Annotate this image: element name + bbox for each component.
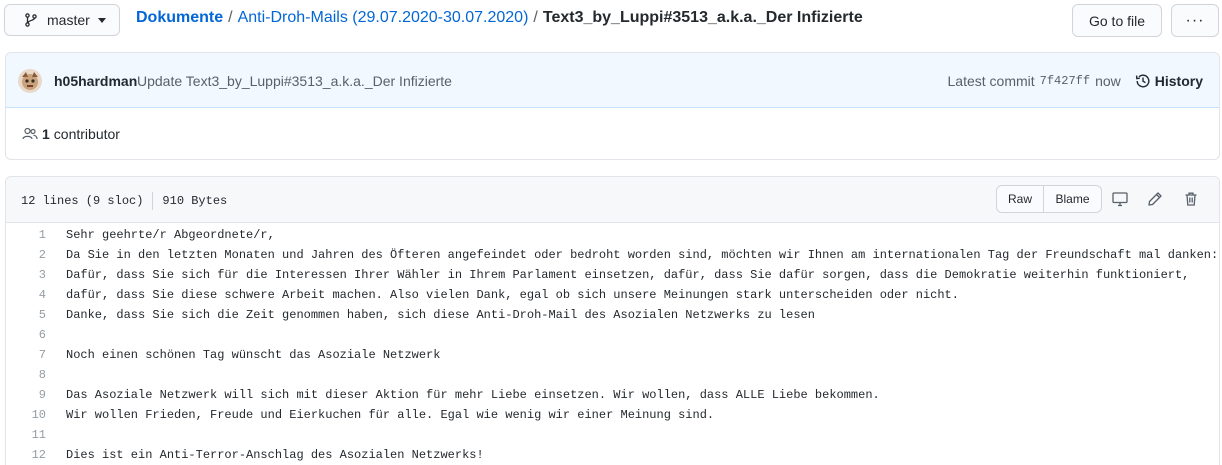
code-line: 1 Sehr geehrte/r Abgeordnete/r,	[6, 225, 1219, 245]
file-line-count: 12 lines (9 sloc)	[21, 194, 144, 208]
breadcrumb: Dokumente / Anti-Droh-Mails (29.07.2020-…	[136, 8, 863, 28]
commit-sha-link[interactable]: 7f427ff	[1040, 74, 1090, 88]
line-content: Dies ist ein Anti-Terror-Anschlag des As…	[66, 448, 484, 462]
line-content: Noch einen schönen Tag wünscht das Asozi…	[66, 348, 441, 362]
file-viewer: 12 lines (9 sloc) 910 Bytes Raw Blame 1 S…	[5, 176, 1220, 465]
code-line: 6	[6, 325, 1219, 345]
pencil-icon[interactable]	[1147, 191, 1163, 207]
avatar[interactable]	[18, 69, 42, 93]
code-line: 7 Noch einen schönen Tag wünscht das Asoz…	[6, 345, 1219, 365]
code-line: 12 Dies ist ein Anti-Terror-Anschlag des …	[6, 445, 1219, 465]
line-number[interactable]: 4	[6, 288, 46, 302]
line-number[interactable]: 11	[6, 428, 46, 442]
more-options-button[interactable]: ···	[1171, 4, 1219, 37]
desktop-icon[interactable]	[1112, 191, 1128, 207]
breadcrumb-folder-link[interactable]: Anti-Droh-Mails (29.07.2020-30.07.2020)	[238, 8, 529, 28]
history-label: History	[1154, 73, 1203, 89]
line-number[interactable]: 12	[6, 448, 46, 462]
code-line: 3 Dafür, dass Sie sich für die Interessen…	[6, 265, 1219, 285]
commit-time: now	[1095, 73, 1121, 89]
file-header: 12 lines (9 sloc) 910 Bytes Raw Blame	[6, 177, 1219, 223]
line-number[interactable]: 10	[6, 408, 46, 422]
file-info: 12 lines (9 sloc) 910 Bytes	[21, 192, 227, 210]
breadcrumb-separator: /	[228, 9, 233, 26]
line-number[interactable]: 6	[6, 328, 46, 342]
code-line: 5 Danke, dass Sie sich die Zeit genommen …	[6, 305, 1219, 325]
branch-name: master	[47, 12, 90, 28]
line-number[interactable]: 8	[6, 368, 46, 382]
line-number[interactable]: 9	[6, 388, 46, 402]
raw-button[interactable]: Raw	[997, 186, 1044, 212]
commit-info-box: h05hardman Update Text3_by_Luppi#3513_a.…	[5, 52, 1220, 160]
line-number[interactable]: 5	[6, 308, 46, 322]
commit-meta: Latest commit 7f427ff now History	[948, 73, 1203, 89]
line-content: Dafür, dass Sie sich für die Interessen …	[66, 268, 1190, 282]
line-content: Wir wollen Frieden, Freude und Eierkuche…	[66, 408, 715, 422]
line-number[interactable]: 7	[6, 348, 46, 362]
line-content: Das Asoziale Netzwerk will sich mit dies…	[66, 388, 880, 402]
commit-author-link[interactable]: h05hardman	[54, 73, 137, 89]
line-content: Sehr geehrte/r Abgeordnete/r,	[66, 228, 275, 242]
history-link[interactable]: History	[1135, 73, 1203, 89]
code-line: 11	[6, 425, 1219, 445]
breadcrumb-current-file: Text3_by_Luppi#3513_a.k.a._Der Infiziert…	[542, 9, 863, 26]
code-body: 1 Sehr geehrte/r Abgeordnete/r, 2 Da Sie in…	[6, 223, 1219, 465]
code-line: 4 dafür, dass Sie diese schwere Arbeit ma…	[6, 285, 1219, 305]
latest-commit-label: Latest commit	[947, 73, 1035, 89]
line-content: Da Sie in den letzten Monaten und Jahren…	[66, 248, 1219, 262]
go-to-file-button[interactable]: Go to file	[1072, 4, 1162, 37]
triangle-down-icon	[97, 17, 106, 23]
branch-selector-button[interactable]: master	[4, 4, 120, 36]
code-line: 10 Wir wollen Frieden, Freude und Eierkuc…	[6, 405, 1219, 425]
line-content: dafür, dass Sie diese schwere Arbeit mac…	[66, 288, 959, 302]
code-line: 2 Da Sie in den letzten Monaten und Jahre…	[6, 245, 1219, 265]
breadcrumb-separator: /	[533, 9, 538, 26]
latest-commit-bar: h05hardman Update Text3_by_Luppi#3513_a.…	[6, 53, 1219, 108]
contributor-count: 1	[42, 126, 50, 142]
blame-button[interactable]: Blame	[1044, 186, 1101, 212]
line-number[interactable]: 2	[6, 248, 46, 262]
raw-blame-button-group: Raw Blame	[996, 185, 1102, 213]
line-content: Danke, dass Sie sich die Zeit genommen h…	[66, 308, 815, 322]
line-number[interactable]: 1	[6, 228, 46, 242]
trash-icon[interactable]	[1183, 191, 1199, 207]
line-number[interactable]: 3	[6, 268, 46, 282]
breadcrumb-root-link[interactable]: Dokumente	[136, 8, 223, 28]
contributor-label: contributor	[53, 126, 120, 142]
people-icon	[22, 127, 38, 140]
file-info-divider	[152, 192, 154, 210]
history-clock-icon	[1135, 74, 1150, 88]
code-line: 9 Das Asoziale Netzwerk will sich mit die…	[6, 385, 1219, 405]
avatar-image	[18, 69, 42, 93]
contributors-row[interactable]: 1 contributor	[6, 108, 1219, 159]
commit-message-link[interactable]: Update Text3_by_Luppi#3513_a.k.a._Der In…	[137, 73, 452, 89]
code-line: 8	[6, 365, 1219, 385]
git-branch-icon	[25, 13, 37, 27]
file-size: 910 Bytes	[162, 194, 228, 208]
